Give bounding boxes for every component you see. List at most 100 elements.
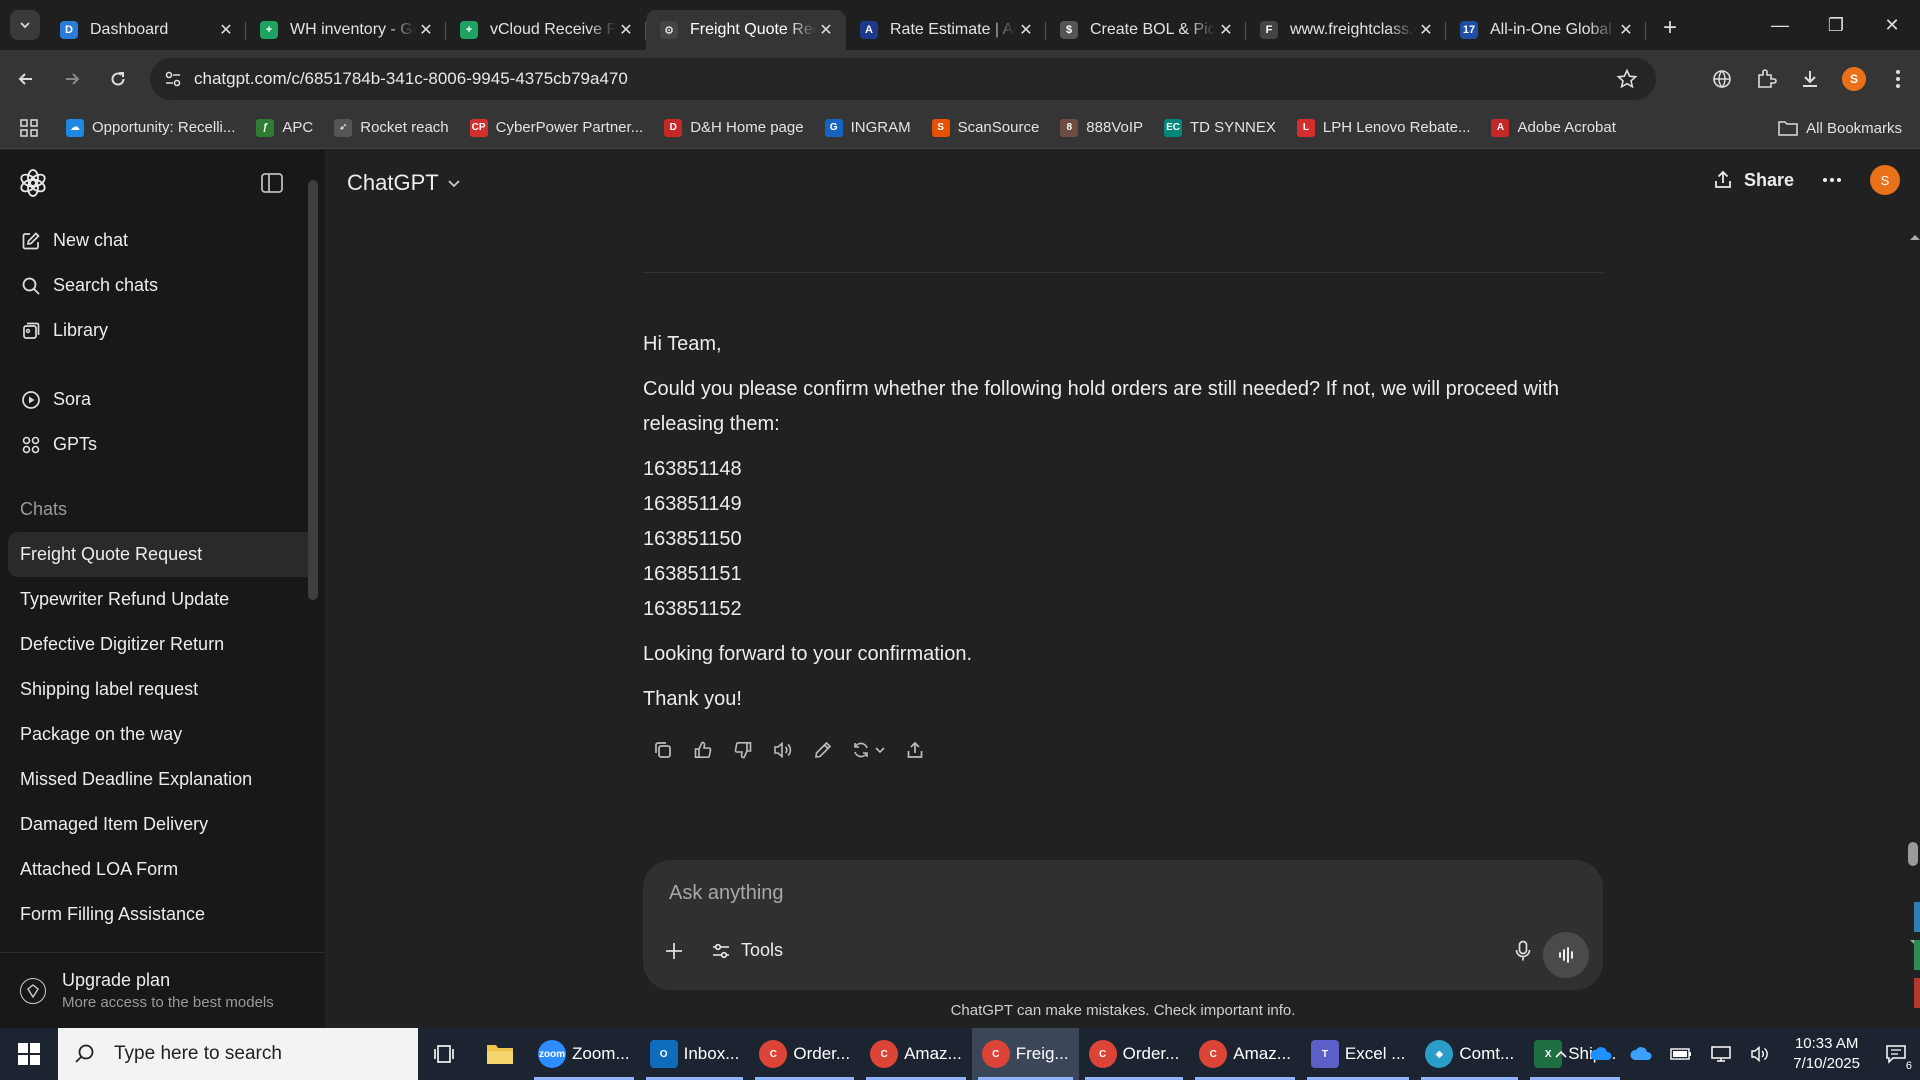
- dictate-button[interactable]: [1513, 940, 1533, 962]
- tab-close-icon[interactable]: ✕: [216, 20, 236, 40]
- more-options-button[interactable]: [1822, 177, 1842, 183]
- file-explorer-button[interactable]: [472, 1028, 528, 1080]
- browser-tab[interactable]: A Rate Estimate | ABF✕: [846, 10, 1046, 50]
- reload-button[interactable]: [98, 59, 138, 99]
- sidebar-toggle-icon[interactable]: [260, 172, 284, 194]
- thumbs-up-button[interactable]: [683, 734, 723, 766]
- taskbar-app[interactable]: C Order...: [749, 1028, 860, 1080]
- downloads-icon[interactable]: [1788, 58, 1832, 100]
- restore-button[interactable]: ❐: [1808, 0, 1864, 50]
- read-aloud-button[interactable]: [763, 734, 803, 766]
- clock[interactable]: 10:33 AM 7/10/2025: [1781, 1034, 1872, 1074]
- taskbar-app[interactable]: C Amaz...: [1189, 1028, 1301, 1080]
- share-button[interactable]: Share: [1712, 169, 1794, 191]
- network-icon[interactable]: [1701, 1028, 1741, 1080]
- scroll-up-arrow-icon[interactable]: [1908, 232, 1920, 242]
- task-view-button[interactable]: [418, 1028, 472, 1080]
- gpts-button[interactable]: GPTs: [0, 422, 325, 467]
- taskbar-app[interactable]: C Amaz...: [860, 1028, 972, 1080]
- openai-logo-icon[interactable]: [18, 168, 48, 198]
- url-text[interactable]: chatgpt.com/c/6851784b-341c-8006-9945-43…: [194, 69, 628, 89]
- minimize-button[interactable]: —: [1752, 0, 1808, 50]
- thumbs-down-button[interactable]: [723, 734, 763, 766]
- browser-tab[interactable]: + WH inventory - Google Sheets✕: [246, 10, 446, 50]
- user-avatar[interactable]: S: [1870, 165, 1900, 195]
- bookmark-item[interactable]: ➶ Rocket reach: [334, 118, 449, 137]
- bookmark-item[interactable]: EC TD SYNNEX: [1164, 118, 1276, 137]
- model-selector[interactable]: ChatGPT: [347, 170, 463, 196]
- tab-close-icon[interactable]: ✕: [1016, 20, 1036, 40]
- tools-button[interactable]: Tools: [711, 940, 783, 961]
- new-chat-button[interactable]: New chat: [0, 218, 325, 263]
- taskbar-app[interactable]: ◆ Comt...: [1415, 1028, 1524, 1080]
- tab-search-button[interactable]: [10, 10, 40, 40]
- browser-tab[interactable]: 17 All-in-One Global ✕: [1446, 10, 1646, 50]
- apps-button[interactable]: [20, 118, 38, 137]
- tab-close-icon[interactable]: ✕: [416, 20, 436, 40]
- regenerate-button[interactable]: [843, 734, 895, 766]
- bookmark-item[interactable]: CP CyberPower Partner...: [469, 118, 643, 137]
- sidebar-scrollbar[interactable]: [308, 180, 318, 600]
- site-info-icon[interactable]: [164, 70, 182, 88]
- search-chats-button[interactable]: Search chats: [0, 263, 325, 308]
- copy-button[interactable]: [643, 734, 683, 766]
- taskbar-app[interactable]: C Order...: [1079, 1028, 1190, 1080]
- taskbar-app[interactable]: T Excel ...: [1301, 1028, 1415, 1080]
- tab-close-icon[interactable]: ✕: [1216, 20, 1236, 40]
- bookmark-item[interactable]: D D&H Home page: [664, 118, 804, 137]
- chat-history-item[interactable]: Damaged Item Delivery: [8, 802, 317, 847]
- translate-icon[interactable]: [1700, 58, 1744, 100]
- address-bar[interactable]: chatgpt.com/c/6851784b-341c-8006-9945-43…: [150, 58, 1656, 100]
- upgrade-plan-button[interactable]: Upgrade plan More access to the best mod…: [0, 952, 325, 1028]
- volume-icon[interactable]: [1741, 1028, 1781, 1080]
- tab-close-icon[interactable]: ✕: [1416, 20, 1436, 40]
- chat-history-item[interactable]: Form Filling Assistance: [8, 892, 317, 937]
- back-button[interactable]: [6, 59, 46, 99]
- browser-tab[interactable]: Fwww.freightclass.com✕: [1246, 10, 1446, 50]
- add-attachment-button[interactable]: [663, 940, 685, 962]
- prompt-input[interactable]: Ask anything: [669, 882, 784, 905]
- tray-overflow-icon[interactable]: [1541, 1028, 1581, 1080]
- taskbar-app[interactable]: zoom Zoom...: [528, 1028, 640, 1080]
- library-button[interactable]: Library: [0, 308, 325, 353]
- notifications-button[interactable]: 6: [1872, 1028, 1920, 1080]
- start-button[interactable]: [0, 1028, 58, 1080]
- browser-tab[interactable]: ⚙ Freight Quote Request✕: [646, 10, 846, 50]
- chat-history-item[interactable]: Defective Digitizer Return: [8, 622, 317, 667]
- battery-icon[interactable]: [1661, 1028, 1701, 1080]
- new-tab-button[interactable]: +: [1654, 12, 1686, 44]
- sora-button[interactable]: Sora: [0, 377, 325, 422]
- bookmark-item[interactable]: A Adobe Acrobat: [1491, 118, 1616, 137]
- edit-canvas-button[interactable]: [803, 734, 843, 766]
- bookmark-item[interactable]: 8 888VoIP: [1060, 118, 1143, 137]
- profile-button[interactable]: S: [1832, 58, 1876, 100]
- bookmark-item[interactable]: ƒ APC: [256, 118, 313, 137]
- browser-menu-button[interactable]: [1876, 58, 1920, 100]
- voice-mode-button[interactable]: [1543, 932, 1589, 978]
- chat-history-item[interactable]: Missed Deadline Explanation: [8, 757, 317, 802]
- taskbar-search[interactable]: Type here to search: [58, 1028, 418, 1080]
- tab-close-icon[interactable]: ✕: [816, 20, 836, 40]
- chat-history-item[interactable]: Typewriter Refund Update: [8, 577, 317, 622]
- chat-history-item[interactable]: Attached LOA Form: [8, 847, 317, 892]
- all-bookmarks-button[interactable]: All Bookmarks: [1778, 107, 1902, 149]
- bookmark-item[interactable]: S ScanSource: [931, 118, 1039, 137]
- browser-tab[interactable]: D Dashboard ✕: [46, 10, 246, 50]
- bookmark-item[interactable]: ☁ Opportunity: Recelli...: [66, 118, 235, 137]
- browser-tab[interactable]: $ Create BOL & Pickup✕: [1046, 10, 1246, 50]
- onedrive-business-icon[interactable]: [1621, 1028, 1661, 1080]
- chat-history-item[interactable]: Package on the way: [8, 712, 317, 757]
- onedrive-icon[interactable]: [1581, 1028, 1621, 1080]
- browser-tab[interactable]: + vCloud Receive Form✕: [446, 10, 646, 50]
- bookmark-item[interactable]: L LPH Lenovo Rebate...: [1296, 118, 1470, 137]
- bookmark-item[interactable]: G INGRAM: [824, 118, 911, 137]
- extensions-icon[interactable]: [1744, 58, 1788, 100]
- forward-button[interactable]: [52, 59, 92, 99]
- chat-history-item[interactable]: Shipping label request: [8, 667, 317, 712]
- close-window-button[interactable]: ✕: [1864, 0, 1920, 50]
- taskbar-app[interactable]: C Freig...: [971, 1028, 1079, 1080]
- chat-history-item[interactable]: Freight Quote Request: [8, 532, 317, 577]
- bookmark-star-icon[interactable]: [1616, 68, 1638, 90]
- chat-scroll-thumb[interactable]: [1908, 842, 1918, 866]
- tab-close-icon[interactable]: ✕: [616, 20, 636, 40]
